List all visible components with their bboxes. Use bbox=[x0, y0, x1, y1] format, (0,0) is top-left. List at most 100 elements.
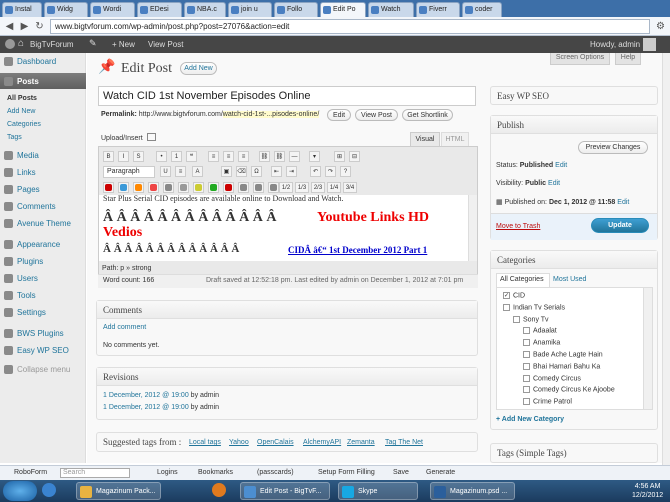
toolbar-button[interactable]: • bbox=[156, 151, 167, 162]
suggested-tag-source[interactable]: AlchemyAPI bbox=[303, 439, 341, 446]
move-to-trash-link[interactable]: Move to Trash bbox=[496, 223, 540, 230]
category-item[interactable]: Adaalat bbox=[523, 327, 557, 335]
category-scrollbar[interactable] bbox=[643, 288, 652, 409]
update-button[interactable]: Update bbox=[591, 218, 649, 233]
taskbar-item[interactable]: Edit Post - BigTvF... bbox=[240, 482, 330, 500]
category-checkbox[interactable] bbox=[523, 398, 530, 406]
toolbar-button[interactable]: ▣ bbox=[221, 166, 232, 177]
suggested-tag-source[interactable]: OpenCalais bbox=[257, 439, 294, 446]
suggested-tag-source[interactable]: Local tags bbox=[189, 439, 221, 446]
toolbar-button[interactable]: ↷ bbox=[325, 166, 336, 177]
toolbar-plugin-icon[interactable] bbox=[133, 182, 144, 193]
add-comment-button[interactable]: Add comment bbox=[103, 324, 146, 331]
editor-content[interactable]: Star Plus Serial CID episodes are availa… bbox=[99, 195, 477, 261]
permalink-slug[interactable]: watch-cid-1st-...pisodes-online/ bbox=[222, 111, 320, 118]
screen-options-tab[interactable]: Screen Options bbox=[550, 53, 610, 65]
toolbar-button[interactable]: ≡ bbox=[208, 151, 219, 162]
toolbar-button[interactable]: ⇥ bbox=[286, 166, 297, 177]
toolbar-button[interactable]: S bbox=[133, 151, 144, 162]
column-layout-button[interactable]: 1/4 bbox=[327, 182, 341, 193]
preview-changes-button[interactable]: Preview Changes bbox=[578, 141, 648, 154]
toolbar-button[interactable]: — bbox=[289, 151, 300, 162]
save-button[interactable]: Save bbox=[393, 469, 409, 476]
toolbar-button[interactable]: 1 bbox=[171, 151, 182, 162]
tab-html[interactable]: HTML bbox=[441, 132, 469, 146]
page-scrollbar[interactable] bbox=[662, 53, 670, 465]
ie-icon[interactable] bbox=[42, 483, 56, 497]
browser-tab[interactable]: coder bbox=[462, 2, 502, 17]
sidebar-item-plugins[interactable]: Plugins bbox=[0, 253, 86, 269]
edit-status-link[interactable]: Edit bbox=[555, 162, 567, 169]
browser-tab[interactable]: Watch bbox=[368, 2, 414, 17]
toolbar-plugin-icon[interactable] bbox=[253, 182, 264, 193]
toolbar-plugin-icon[interactable] bbox=[163, 182, 174, 193]
category-item[interactable]: Comedy Circus bbox=[523, 374, 581, 382]
toolbar-plugin-icon[interactable] bbox=[148, 182, 159, 193]
browser-tab[interactable]: Instal bbox=[2, 2, 42, 17]
toolbar-button[interactable]: ⌫ bbox=[236, 166, 247, 177]
toolbar-plugin-icon[interactable] bbox=[208, 182, 219, 193]
category-item[interactable]: Sony Tv bbox=[513, 315, 549, 323]
sidebar-item-tools[interactable]: Tools bbox=[0, 287, 86, 303]
toolbar-button[interactable]: ≡ bbox=[223, 151, 234, 162]
start-button[interactable] bbox=[3, 481, 37, 501]
wordpress-logo-icon[interactable] bbox=[5, 39, 15, 49]
post-title-input[interactable]: Watch CID 1st November Episodes Online bbox=[98, 86, 476, 106]
sidebar-item-settings[interactable]: Settings bbox=[0, 304, 86, 320]
toolbar-plugin-icon[interactable] bbox=[178, 182, 189, 193]
category-item[interactable]: ✓ CID bbox=[503, 292, 525, 299]
toolbar-button[interactable]: I bbox=[118, 151, 129, 162]
help-tab[interactable]: Help bbox=[615, 53, 641, 65]
generate-button[interactable]: Generate bbox=[426, 469, 455, 476]
category-checkbox[interactable] bbox=[523, 327, 530, 335]
sidebar-item-dashboard[interactable]: Dashboard bbox=[0, 53, 86, 69]
add-new-button[interactable]: Add New bbox=[180, 62, 217, 75]
suggested-tag-source[interactable]: Yahoo bbox=[229, 439, 249, 446]
toolbar-plugin-icon[interactable] bbox=[238, 182, 249, 193]
sidebar-subitem[interactable]: Categories bbox=[7, 121, 41, 128]
tab-all-categories[interactable]: All Categories bbox=[496, 273, 550, 287]
avatar[interactable] bbox=[643, 38, 656, 51]
sidebar-item-appearance[interactable]: Appearance bbox=[0, 236, 86, 252]
sidebar-item-users[interactable]: Users bbox=[0, 270, 86, 286]
browser-tab[interactable]: Edit Po bbox=[320, 2, 366, 17]
episode-link[interactable]: CIDÂ â€“ 1st December 2012 Part 1 bbox=[288, 245, 427, 255]
column-layout-button[interactable]: 1/2 bbox=[279, 182, 293, 193]
forward-icon[interactable]: ▶ bbox=[18, 20, 31, 33]
edit-date-link[interactable]: Edit bbox=[617, 199, 629, 206]
category-item[interactable]: Bade Ache Lagte Hain bbox=[523, 351, 603, 358]
sidebar-item-avenue-theme[interactable]: Avenue Theme bbox=[0, 215, 86, 231]
toolbar-plugin-icon[interactable] bbox=[193, 182, 204, 193]
taskbar-item[interactable]: Magazinum.psd ... bbox=[430, 482, 515, 500]
toolbar-button[interactable]: B bbox=[103, 151, 114, 162]
toolbar-button[interactable]: ▾ bbox=[309, 151, 320, 162]
browser-tab[interactable]: Wordi bbox=[90, 2, 135, 17]
toolbar-button[interactable]: ↶ bbox=[310, 166, 321, 177]
category-checkbox[interactable] bbox=[503, 303, 510, 311]
browser-tab[interactable]: Widg bbox=[44, 2, 88, 17]
category-checkbox[interactable] bbox=[523, 362, 530, 370]
category-checkbox[interactable] bbox=[523, 339, 530, 347]
suggested-tag-source[interactable]: Zemanta bbox=[347, 439, 375, 446]
new-content-link[interactable]: + New bbox=[112, 40, 135, 49]
toolbar-button[interactable]: ⛓ bbox=[259, 151, 270, 162]
category-item[interactable]: Comedy Circus Ke Ajoobe bbox=[523, 386, 615, 394]
add-new-category-link[interactable]: + Add New Category bbox=[496, 416, 564, 423]
wrench-icon[interactable]: ⚙ bbox=[654, 20, 667, 33]
roboform-search-input[interactable]: Search bbox=[60, 468, 130, 478]
sidebar-item-links[interactable]: Links bbox=[0, 164, 86, 180]
roboform-button[interactable]: RoboForm bbox=[14, 469, 47, 476]
view-post-button[interactable]: View Post bbox=[355, 109, 398, 121]
toolbar-button[interactable]: ≡ bbox=[175, 166, 186, 177]
toolbar-button[interactable]: ⊞ bbox=[334, 151, 345, 162]
back-icon[interactable]: ◀ bbox=[3, 20, 16, 33]
bookmarks-menu[interactable]: Bookmarks bbox=[198, 469, 233, 476]
setup-form-filling-button[interactable]: Setup Form Filling bbox=[318, 469, 375, 476]
toolbar-button[interactable]: ⛓ bbox=[274, 151, 285, 162]
edit-permalink-button[interactable]: Edit bbox=[327, 109, 351, 121]
view-post-link[interactable]: View Post bbox=[148, 40, 183, 49]
browser-tab[interactable]: NBA.c bbox=[184, 2, 226, 17]
category-checkbox[interactable]: ✓ bbox=[503, 292, 510, 299]
toolbar-button[interactable]: ❝ bbox=[186, 151, 197, 162]
firefox-icon[interactable] bbox=[212, 483, 226, 497]
